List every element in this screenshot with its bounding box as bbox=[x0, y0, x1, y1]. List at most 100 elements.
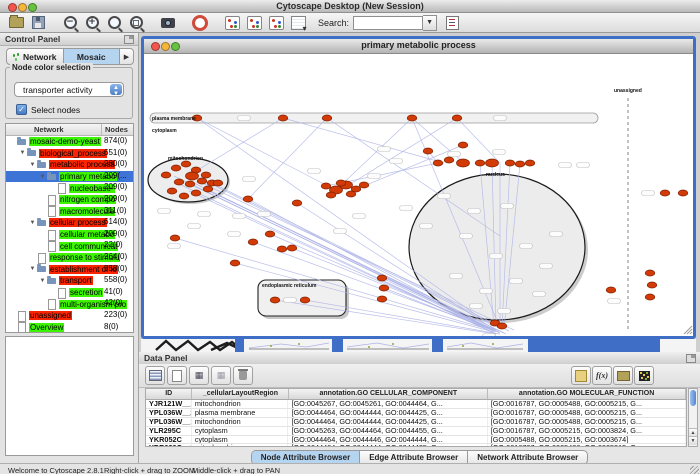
node-color-dropdown[interactable]: transporter activity ▲▼ bbox=[14, 82, 124, 97]
tree-row[interactable]: multi-organism pro42(0) bbox=[6, 298, 133, 310]
tab-mosaic[interactable]: Mosaic bbox=[64, 49, 121, 64]
attribute-table-header[interactable]: ID_cellularLayoutRegionannotation.GO CEL… bbox=[146, 389, 686, 400]
tree-row[interactable]: nucleobase-209(0) bbox=[6, 182, 133, 194]
network-view-title: primary metabolic process bbox=[144, 40, 693, 50]
search-label: Search: bbox=[318, 18, 349, 28]
network-icon-3[interactable] bbox=[266, 14, 286, 32]
search-area: Search: ▼ bbox=[318, 15, 437, 31]
snapshot-icon[interactable] bbox=[158, 14, 178, 32]
expander-icon[interactable]: ▼ bbox=[38, 174, 47, 180]
tree-row[interactable]: ▼establishment of lo558(0) bbox=[6, 264, 133, 276]
unselect-attributes-icon[interactable]: ▦ bbox=[211, 366, 231, 385]
resize-grip[interactable] bbox=[690, 466, 699, 474]
table-row[interactable]: YPL036W__1mitochondrion[GO:0044464, GO:0… bbox=[146, 418, 686, 427]
tree-row-count: 223(0) bbox=[104, 310, 127, 319]
tree-row[interactable]: ▼metabolic process280(0) bbox=[6, 159, 133, 171]
open-file-icon[interactable] bbox=[6, 14, 26, 32]
table-row[interactable]: YKR052Ccytoplasm[GO:0044464, GO:0044446,… bbox=[146, 436, 686, 445]
matrix-icon[interactable] bbox=[634, 366, 654, 385]
manage-networks-icon[interactable] bbox=[288, 14, 308, 32]
table-cell: [GO:0044464, GO:0044444, GO:0044425, G..… bbox=[288, 418, 487, 426]
help-icon[interactable] bbox=[190, 14, 210, 32]
save-icon[interactable] bbox=[28, 14, 48, 32]
background-window-edge bbox=[432, 339, 443, 352]
data-panel-toolbar: ▦ ▦ f(x) bbox=[139, 364, 700, 388]
tree-row[interactable]: Overview8(0) bbox=[6, 322, 133, 334]
tab-network[interactable]: Network bbox=[7, 49, 64, 64]
attribute-table[interactable]: ID_cellularLayoutRegionannotation.GO CEL… bbox=[145, 388, 687, 447]
tab-overflow-arrow-icon[interactable]: ▶ bbox=[120, 49, 133, 64]
tree-row-count: 311(0) bbox=[104, 206, 127, 215]
tree-row[interactable]: response to stimulu264(0) bbox=[6, 252, 133, 264]
attribute-table-body: YJR121W__1mitochondrion[GO:0045267, GO:0… bbox=[146, 400, 686, 447]
table-cell: YDR039C__1 bbox=[146, 444, 192, 447]
tree-row[interactable]: ▼transport558(0) bbox=[6, 275, 133, 287]
network-view-window[interactable]: primary metabolic process plasma membran… bbox=[141, 36, 696, 339]
advanced-search-icon[interactable] bbox=[442, 14, 462, 32]
table-cell: cytoplasm bbox=[192, 427, 289, 435]
table-cell: cytoplasm bbox=[192, 436, 289, 444]
table-scrollbar[interactable]: ▲ ▼ bbox=[688, 388, 698, 447]
network-icon-2[interactable] bbox=[244, 14, 264, 32]
new-attribute-icon[interactable] bbox=[167, 366, 187, 385]
app-title: Cytoscape Desktop (New Session) bbox=[0, 1, 700, 11]
delete-attribute-icon[interactable] bbox=[233, 366, 253, 385]
table-row[interactable]: YLR295Ccytoplasm[GO:0045263, GO:0044464,… bbox=[146, 427, 686, 436]
file-icon bbox=[47, 231, 57, 239]
table-cell: mitochondrion bbox=[192, 400, 289, 408]
column-header[interactable]: annotation.GO CELLULAR_COMPONENT bbox=[289, 389, 488, 399]
tree-row[interactable]: nitrogen compo209(0) bbox=[6, 194, 133, 206]
table-row[interactable]: YPL036W__2plasma membrane[GO:0044464, GO… bbox=[146, 409, 686, 418]
table-cell: YLR295C bbox=[146, 427, 192, 435]
search-input[interactable] bbox=[353, 16, 423, 30]
tree-row-count: 22(0) bbox=[104, 240, 123, 249]
table-row[interactable]: YDR039C__1mitochondrion[GO:0044464, GO:0… bbox=[146, 444, 686, 447]
svg-text:nucleus: nucleus bbox=[486, 172, 505, 178]
expander-icon[interactable]: ▼ bbox=[28, 266, 37, 272]
function-builder-icon[interactable]: f(x) bbox=[592, 366, 612, 385]
tree-row[interactable]: ▼primary metabo209(... bbox=[6, 171, 133, 183]
column-header[interactable]: annotation.GO MOLECULAR_FUNCTION bbox=[488, 389, 686, 399]
tree-row-count: 209(0) bbox=[104, 182, 127, 191]
expander-icon[interactable]: ▼ bbox=[38, 278, 47, 284]
expander-icon[interactable]: ▼ bbox=[18, 150, 27, 156]
network-window-titlebar[interactable]: primary metabolic process bbox=[144, 39, 693, 54]
select-attributes-icon[interactable]: ▦ bbox=[189, 366, 209, 385]
scrollbar-thumb[interactable] bbox=[690, 390, 696, 406]
tree-row[interactable]: secretion41(0) bbox=[6, 287, 133, 299]
network-tree: Network Nodes mosaic-demo-yeast874(0)▼bi… bbox=[5, 123, 134, 333]
tree-row[interactable]: ▼biological_process651(0) bbox=[6, 148, 133, 160]
background-window-edge bbox=[235, 339, 244, 352]
svg-text:mitochondrion: mitochondrion bbox=[168, 156, 203, 162]
tree-row[interactable]: cellular metabo209(0) bbox=[6, 229, 133, 241]
tree-row[interactable]: cell communicat22(0) bbox=[6, 240, 133, 252]
import-attributes-icon[interactable] bbox=[613, 366, 633, 385]
float-panel-icon[interactable] bbox=[686, 354, 696, 363]
tree-row[interactable]: ▼cellular process614(0) bbox=[6, 217, 133, 229]
zoom-out-icon[interactable]: − bbox=[60, 14, 80, 32]
zoom-fit-icon[interactable] bbox=[104, 14, 124, 32]
column-header[interactable]: _cellularLayoutRegion bbox=[192, 389, 289, 399]
tree-row[interactable]: unassigned223(0) bbox=[6, 310, 133, 322]
select-nodes-checkbox[interactable]: ✓ bbox=[16, 104, 27, 115]
expander-icon[interactable]: ▼ bbox=[28, 162, 37, 168]
attribute-panel-icon[interactable] bbox=[145, 366, 165, 385]
scroll-down-icon[interactable]: ▼ bbox=[689, 436, 697, 445]
network-canvas[interactable]: plasma membranecytoplasmmitochondrionnuc… bbox=[144, 54, 693, 336]
cytoscape-desktop-window: Cytoscape Desktop (New Session) − + Sear… bbox=[0, 0, 700, 474]
column-header[interactable]: ID bbox=[146, 389, 192, 399]
network-icon-1[interactable] bbox=[222, 14, 242, 32]
annotation-icon[interactable] bbox=[571, 366, 591, 385]
zoom-selected-icon[interactable] bbox=[126, 14, 146, 32]
tree-row[interactable]: mosaic-demo-yeast874(0) bbox=[6, 136, 133, 148]
file-icon bbox=[47, 300, 57, 308]
tree-row-count: 264(0) bbox=[104, 252, 127, 261]
search-dropdown-icon[interactable]: ▼ bbox=[423, 15, 437, 31]
data-panel-title: Data Panel bbox=[144, 353, 187, 363]
zoom-in-icon[interactable]: + bbox=[82, 14, 102, 32]
tree-row[interactable]: macromolecule311(0) bbox=[6, 206, 133, 218]
status-bar: Welcome to Cytoscape 2.8.1 Right-click +… bbox=[0, 463, 700, 474]
expander-icon[interactable]: ▼ bbox=[28, 220, 37, 226]
float-panel-icon[interactable] bbox=[124, 35, 134, 44]
table-row[interactable]: YJR121W__1mitochondrion[GO:0045267, GO:0… bbox=[146, 400, 686, 409]
